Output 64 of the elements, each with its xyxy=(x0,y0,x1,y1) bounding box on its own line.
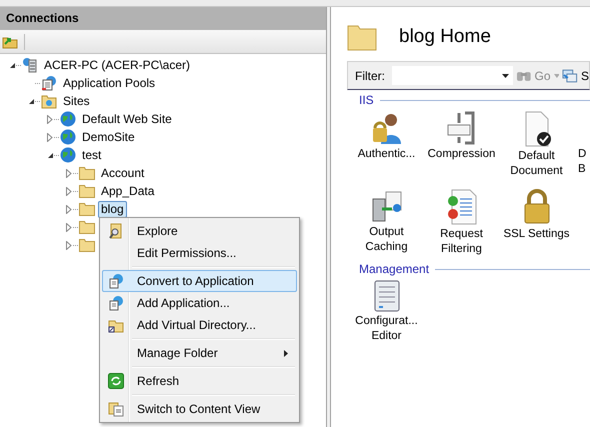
expand-arrow-icon[interactable] xyxy=(66,204,72,214)
collapse-arrow-icon[interactable] xyxy=(8,62,16,68)
expand-arrow-icon[interactable] xyxy=(47,132,53,142)
server-arrow-icon[interactable] xyxy=(370,189,404,223)
refresh-icon xyxy=(108,373,124,389)
filter-field[interactable] xyxy=(392,66,513,85)
folder-icon xyxy=(79,184,95,198)
group-title: IIS xyxy=(359,93,374,107)
tree-item[interactable]: test xyxy=(79,146,104,164)
group-title: Management xyxy=(359,262,430,276)
expand-arrow-icon[interactable] xyxy=(66,222,72,232)
expand-arrow-icon[interactable] xyxy=(66,240,72,250)
globe-icon xyxy=(60,147,76,163)
menu-item[interactable]: Add Application... xyxy=(102,292,297,314)
globe-page-icon xyxy=(108,295,124,311)
feature-label[interactable]: D B xyxy=(578,147,588,177)
globe-icon xyxy=(60,111,76,127)
menu-item[interactable]: Manage Folder xyxy=(102,342,297,364)
magnifier-folder-icon xyxy=(108,223,124,239)
tree-item[interactable]: Application Pools xyxy=(60,74,158,92)
expand-arrow-icon[interactable] xyxy=(66,168,72,178)
documents-icon xyxy=(108,401,124,417)
connect-icon[interactable] xyxy=(2,34,18,48)
filter-label: Filter: xyxy=(355,68,385,82)
server-icon xyxy=(22,57,38,73)
dropdown-arrow-icon[interactable] xyxy=(502,74,509,78)
globe-page-icon xyxy=(108,273,124,289)
form-icon[interactable] xyxy=(372,280,400,312)
feature-label[interactable]: Authentic... xyxy=(348,147,424,162)
tree-item[interactable]: DemoSite xyxy=(79,128,138,146)
feature-label[interactable]: Request Filtering xyxy=(424,227,500,257)
tree-item[interactable]: Sites xyxy=(60,92,93,110)
tree-item[interactable]: Default Web Site xyxy=(79,110,175,128)
folder-globe-icon xyxy=(41,93,57,109)
menu-item[interactable]: Switch to Content View xyxy=(102,398,297,420)
tree-item[interactable]: blog xyxy=(98,200,127,218)
collapse-arrow-icon[interactable] xyxy=(28,98,34,104)
show-all-button[interactable]: S xyxy=(580,68,589,82)
show-all-icon[interactable] xyxy=(562,68,578,82)
menu-item[interactable]: Add Virtual Directory... xyxy=(102,314,297,336)
folder-icon xyxy=(347,23,377,51)
expand-arrow-icon[interactable] xyxy=(47,114,53,124)
tree-item[interactable]: ACER-PC (ACER-PC\acer) xyxy=(41,56,194,74)
tree-item[interactable]: App_Data xyxy=(98,182,158,200)
collapse-arrow-icon[interactable] xyxy=(46,152,54,158)
panel-title: Connections xyxy=(0,7,326,30)
menu-item[interactable]: Convert to Application xyxy=(102,270,297,292)
menu-item[interactable]: Edit Permissions... xyxy=(102,242,297,264)
menu-item[interactable]: Explore xyxy=(102,220,297,242)
folder-icon xyxy=(79,166,95,180)
feature-label[interactable]: Output Caching xyxy=(348,225,424,255)
expand-arrow-icon[interactable] xyxy=(66,186,72,196)
globe-icon xyxy=(60,129,76,145)
feature-label[interactable]: SSL Settings xyxy=(498,227,574,242)
pool-icon xyxy=(41,75,57,91)
feature-label[interactable]: Compression xyxy=(424,147,500,162)
feature-label[interactable]: Configurat... Editor xyxy=(348,314,424,344)
page-title: blog Home xyxy=(399,26,491,48)
padlock-icon[interactable] xyxy=(522,189,552,225)
feature-label[interactable]: Default Document xyxy=(498,149,574,179)
folder-icon xyxy=(79,202,95,216)
tree-item[interactable]: Account xyxy=(98,164,148,182)
menu-item[interactable]: Refresh xyxy=(102,370,297,392)
binoculars-icon xyxy=(516,69,532,82)
